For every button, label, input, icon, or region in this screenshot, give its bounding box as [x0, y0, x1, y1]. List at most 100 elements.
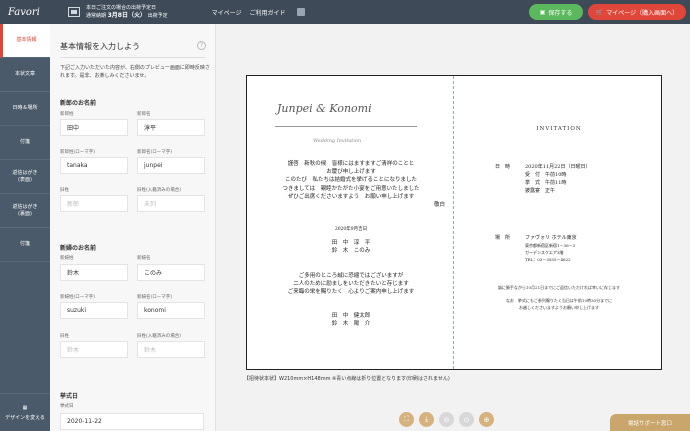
reception-label: 受 付: [525, 172, 541, 178]
ceremony-note-line2: お越しくださいますようお願い申し上げます: [519, 305, 599, 310]
save-label: 保存する: [548, 9, 573, 17]
groom-old-mei-input[interactable]: 未列: [137, 195, 205, 212]
groom-old-sei-input[interactable]: 新郎: [60, 195, 128, 212]
invitation-title: INVITATION: [536, 126, 582, 132]
bride-old-sei-label: 旧姓: [60, 334, 69, 339]
mypage-button[interactable]: 🛒 マイページ（購入画面へ）: [588, 4, 686, 20]
mypage-label: マイページ（購入画面へ）: [606, 9, 679, 17]
divider: [60, 57, 206, 58]
phone-support-button[interactable]: 電話サポート窓口: [610, 414, 690, 431]
download-icon[interactable]: ⤓: [419, 412, 434, 427]
groom-old-sei-label: 旧姓: [60, 188, 69, 193]
logo[interactable]: Favori: [0, 7, 50, 18]
script-names: Junpei & Konomi: [277, 102, 372, 115]
message-line: お慶び申し上げます: [326, 169, 376, 176]
sidebar-item-fusen[interactable]: 付箋: [0, 126, 50, 160]
ceremony-note: なお 挙式にもご参列賜りたく当日は午前10時30分までに お越しくださいますよう…: [461, 297, 657, 311]
nav-guide-link[interactable]: ご利用ガイド: [249, 8, 285, 17]
message-block: 謹啓 新秋の候 皆様にはますますご清祥のことと お慶び申し上げます このたび 私…: [255, 160, 447, 209]
bride-mei-input[interactable]: このみ: [137, 264, 205, 281]
fullscreen-icon[interactable]: ⛶: [399, 412, 414, 427]
bride-sei-label: 新婦姓: [60, 256, 74, 261]
truck-icon: [68, 7, 80, 17]
design-icon: ▦: [22, 404, 28, 411]
banquet-label: 披露宴: [525, 188, 541, 194]
delivery-date: 3月8日（火）: [107, 11, 146, 19]
ceremony-date-input[interactable]: 2020-11-22: [60, 413, 204, 430]
detail-labels: 日 時: [495, 163, 510, 171]
top-bar: Favori 本日ご注文の場合の出荷予定日 通常納期 3月8日（火） 出荷予定 …: [0, 0, 690, 24]
tel-line: TEL：03－3555－4622: [525, 257, 571, 262]
place-value: ファヴォリ ホテル東京: [525, 235, 577, 241]
delivery-label: 通常納期: [86, 12, 107, 19]
message-line: 謹啓 新秋の候 皆様にはますますご清祥のことと: [287, 161, 415, 167]
bride-sei-roma-label: 新婦姓(ローマ字): [60, 295, 96, 300]
bride-section-title: 新婦のお名前: [60, 245, 97, 252]
bride-old-sei-input[interactable]: 鈴木: [60, 341, 128, 358]
bride-sei-input[interactable]: 鈴木: [60, 264, 128, 281]
spec-caption: 【招待状本状】W210mm×H148mm ※青い点線は折り位置となります(印刷は…: [244, 376, 450, 382]
groom-name: 田 中 淳 平: [331, 240, 371, 246]
sidebar-item-basic-info[interactable]: 基本情報: [0, 24, 50, 58]
message-line: 二人のために励ましをいただきたいと存じます: [293, 281, 409, 288]
address-line2: ガーデンスクエア3階: [525, 250, 564, 255]
groom-sei-roma-label: 新郎姓(ローマ字): [60, 150, 96, 155]
script-subtitle: Wedding Invitation: [313, 138, 362, 144]
groom-mei-roma-input[interactable]: junpei: [137, 157, 205, 174]
preview-area: Junpei & Konomi Wedding Invitation 謹啓 新秋…: [216, 24, 690, 431]
bride-name: 鈴 木 このみ: [331, 248, 371, 255]
delivery-suffix: 出荷予定: [147, 12, 168, 19]
message-line: ご来臨の栄を賜りたく 心よりご案内申し上げます: [287, 289, 415, 296]
groom-section-title: 新郎のお名前: [60, 100, 97, 107]
reply-note: 誠に勝手ながら10月21日までにご返信いただければ幸いに存じます: [497, 285, 621, 290]
groom-old-mei-label: 旧姓(入籍済みの場合): [137, 188, 182, 193]
design-change-button[interactable]: ▦ デザインを変える: [0, 393, 50, 431]
cart-icon: 🛒: [595, 8, 604, 16]
invitation-card: Junpei & Konomi Wedding Invitation 謹啓 新秋…: [246, 75, 662, 370]
banquet-value: 正午: [545, 188, 556, 194]
place-label: 場 所: [495, 235, 511, 241]
message-line: 敬白: [433, 202, 445, 209]
zoom-out-icon[interactable]: ⊖: [439, 412, 454, 427]
message-line: このたび 私たちは結婚式を挙げることになりました: [284, 177, 417, 184]
date-section-title: 挙式日: [60, 393, 79, 400]
form-title: 基本情報を入力しよう: [60, 42, 140, 51]
save-icon: ▣: [539, 8, 546, 16]
groom-parent: 田 中 健太郎: [331, 313, 371, 319]
fold-line: [453, 76, 454, 369]
bride-old-mei-input[interactable]: 鈴木: [137, 341, 205, 358]
bride-parent: 鈴 木 陽 介: [331, 321, 371, 328]
groom-sei-label: 新郎姓: [60, 112, 74, 117]
delivery-info: 本日ご注文の場合の出荷予定日 通常納期 3月8日（火） 出荷予定: [86, 5, 168, 20]
bride-sei-roma-input[interactable]: suzuki: [60, 302, 128, 319]
sidebar-item-reply-back[interactable]: 返信はがき (裏面): [0, 194, 50, 228]
message-line: ご多用のところ誠に恐縮ではございますが: [298, 273, 404, 279]
sidebar-item-main-text[interactable]: 本状文章: [0, 58, 50, 92]
nav-checkbox[interactable]: [297, 8, 306, 16]
message-line: ぜひご出席くださいますよう お願い申し上げます: [287, 193, 415, 200]
form-intro: 下記ご入力いただいた内容が、右側のプレビュー画面に即時反映されます。是非、お楽し…: [60, 65, 210, 79]
date-detail-value: 2020年11月22日（日曜日）: [525, 164, 591, 170]
reception-value: 午前10時: [545, 172, 567, 178]
bride-mei-label: 新婦名: [137, 256, 151, 261]
groom-sei-input[interactable]: 田中: [60, 119, 128, 136]
save-button[interactable]: ▣ 保存する: [529, 4, 583, 20]
ceremony-note-line1: なお 挙式にもご参列賜りたく当日は午前10時30分までに: [505, 298, 613, 303]
help-icon[interactable]: ?: [197, 41, 206, 50]
date-label: 挙式日: [60, 404, 74, 409]
parents-names: 田 中 健太郎 鈴 木 陽 介: [255, 312, 447, 328]
bride-mei-roma-input[interactable]: konomi: [137, 302, 205, 319]
message-block-2: ご多用のところ誠に恐縮ではございますが 二人のために励ましをいただきたいと存じま…: [255, 272, 447, 297]
sidebar-item-fusen-2[interactable]: 付箋: [0, 228, 50, 262]
zoom-reset-icon[interactable]: ⊙: [459, 412, 474, 427]
design-change-label: デザインを変える: [5, 414, 45, 421]
zoom-in-icon[interactable]: ⊕: [479, 412, 494, 427]
top-nav: マイページ ご利用ガイド: [212, 8, 306, 17]
address-line1: 東京都新宿区新宿1－36－3: [525, 243, 576, 248]
sidebar-item-reply-front[interactable]: 返信はがき (表面): [0, 160, 50, 194]
groom-sei-roma-input[interactable]: tanaka: [60, 157, 128, 174]
form-panel: 基本情報を入力しよう ? 下記ご入力いただいた内容が、右側のプレビュー画面に即時…: [50, 24, 216, 431]
groom-mei-input[interactable]: 淳平: [137, 119, 205, 136]
sidebar-item-datetime-place[interactable]: 日時＆場所: [0, 92, 50, 126]
nav-mypage-link[interactable]: マイページ: [212, 8, 242, 17]
